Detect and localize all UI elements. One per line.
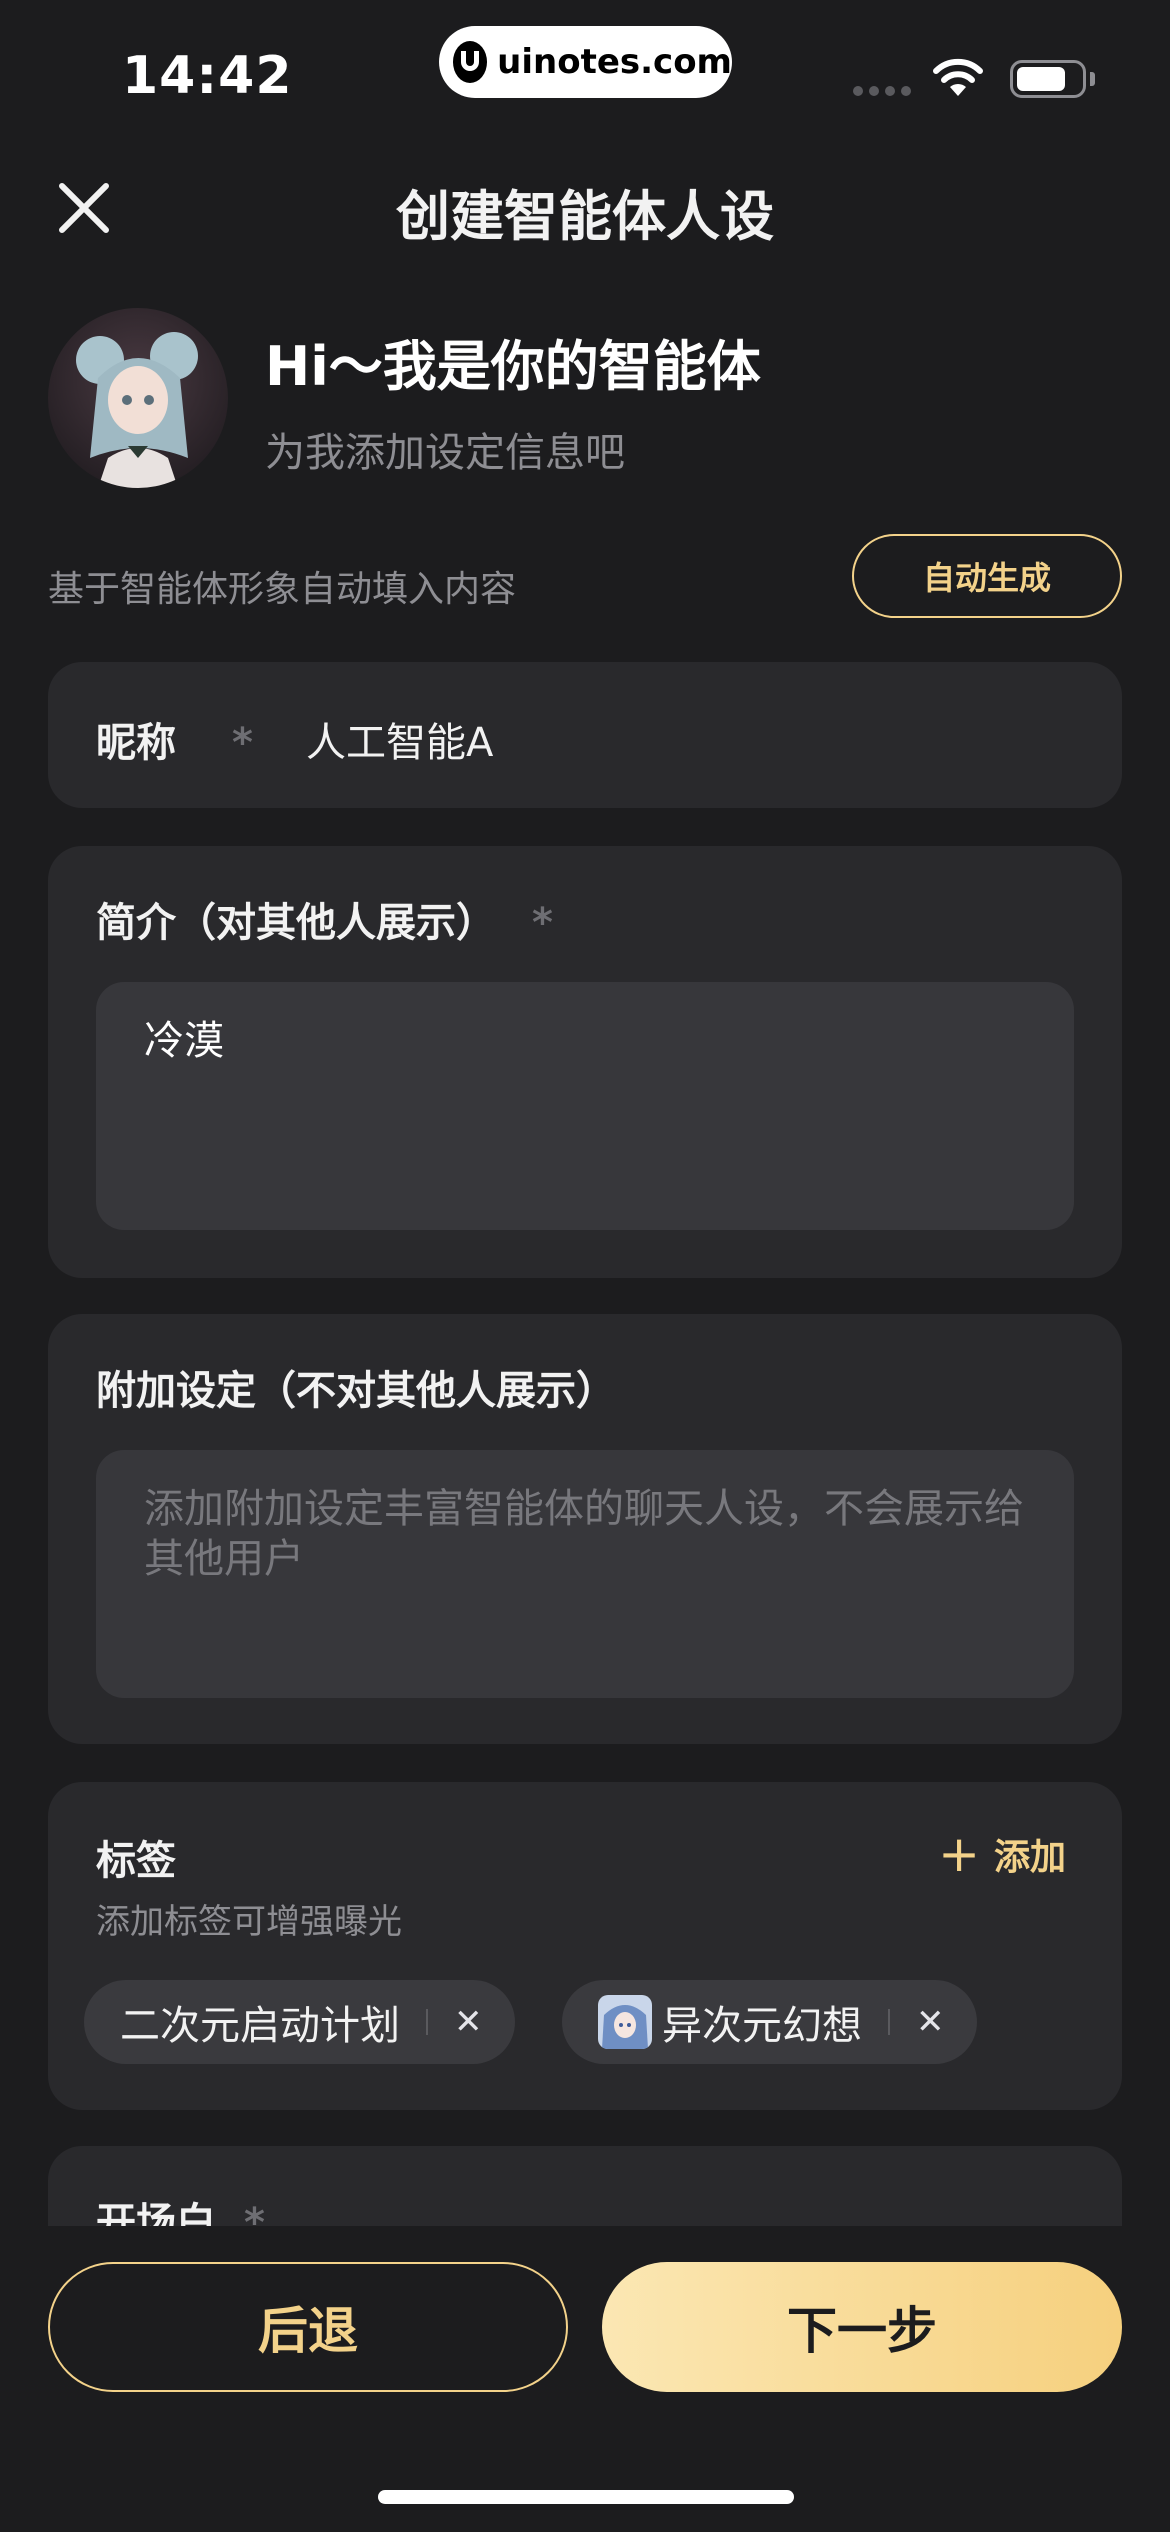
add-tag-label: 添加	[993, 1837, 1066, 1878]
required-mark: *	[531, 900, 553, 946]
next-step-button[interactable]: 下一步	[602, 2262, 1122, 2392]
tags-label: 标签	[96, 1838, 176, 1884]
required-mark: *	[231, 720, 253, 766]
home-indicator	[378, 2490, 794, 2504]
extra-setting-card: 附加设定（不对其他人展示） 添加附加设定丰富智能体的聊天人设，不会展示给其他用户	[48, 1314, 1122, 1744]
tags-hint: 添加标签可增强曝光	[96, 1902, 402, 1942]
url-text: uinotes.com	[497, 42, 732, 82]
tag-chip-label: 二次元启动计划	[120, 2003, 400, 2049]
remove-tag-icon[interactable]: ✕	[454, 2002, 483, 2042]
tag-chip[interactable]: 二次元启动计划 ✕	[84, 1980, 515, 2064]
agent-avatar[interactable]	[48, 308, 228, 488]
battery-tip	[1090, 72, 1095, 86]
battery-icon	[1010, 60, 1086, 98]
nickname-card[interactable]: 昵称 * 人工智能A	[48, 662, 1122, 808]
greeting-subtitle: 为我添加设定信息吧	[265, 430, 625, 476]
remove-tag-icon[interactable]: ✕	[916, 2002, 945, 2042]
chip-divider	[888, 2009, 890, 2035]
bio-input[interactable]: 冷漠	[96, 982, 1074, 1230]
nickname-label: 昵称 *	[96, 710, 253, 768]
extra-setting-input[interactable]: 添加附加设定丰富智能体的聊天人设，不会展示给其他用户	[96, 1450, 1074, 1698]
cellular-signal-icon	[853, 86, 911, 96]
bio-card: 简介（对其他人展示） * 冷漠	[48, 846, 1122, 1278]
status-time: 14:42	[122, 46, 293, 106]
greeting-title: Hi～我是你的智能体	[265, 335, 761, 398]
tag-chip-label: 异次元幻想	[662, 2003, 862, 2049]
nickname-label-text: 昵称	[96, 720, 176, 766]
bio-label: 简介（对其他人展示） *	[96, 890, 553, 948]
page-title: 创建智能体人设	[396, 185, 774, 248]
tag-thumbnail	[598, 1995, 652, 2049]
screen: 14:42 uinotes.com 创建智能体人设 Hi～我是你的智能体 为我添…	[0, 0, 1170, 2532]
add-tag-button[interactable]: + 添加	[938, 1828, 1066, 1880]
plus-icon: +	[938, 1825, 980, 1883]
bio-label-text: 简介（对其他人展示）	[96, 900, 496, 946]
uinotes-logo-icon	[453, 41, 488, 83]
extra-setting-label: 附加设定（不对其他人展示）	[96, 1368, 616, 1414]
wifi-icon	[933, 58, 983, 96]
tags-card: 标签 + 添加 添加标签可增强曝光 二次元启动计划 ✕ 异次元幻想 ✕	[48, 1782, 1122, 2110]
nickname-input[interactable]: 人工智能A	[306, 710, 493, 768]
auto-generate-button[interactable]: 自动生成	[852, 534, 1122, 618]
back-button[interactable]: 后退	[48, 2262, 568, 2392]
auto-fill-hint: 基于智能体形象自动填入内容	[48, 569, 517, 610]
url-pill: uinotes.com	[439, 26, 732, 98]
tag-chip[interactable]: 异次元幻想 ✕	[562, 1980, 977, 2064]
chip-divider	[426, 2009, 428, 2035]
